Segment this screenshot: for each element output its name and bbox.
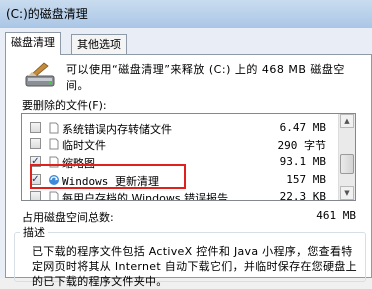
- highlight-box: [30, 164, 186, 189]
- file-icon: [49, 191, 59, 200]
- scroll-up-arrow-icon[interactable]: ▲: [340, 114, 354, 128]
- tab-more-options[interactable]: 其他选项: [71, 34, 127, 54]
- tab-disk-cleanup-label: 磁盘清理: [11, 36, 55, 49]
- item-name: 每用户存档的 Windows 错误报告...: [62, 192, 239, 201]
- title-bar: (C:)的磁盘清理: [0, 0, 372, 28]
- list-scrollbar[interactable]: ▲ ▼: [338, 114, 355, 200]
- item-size: 6.47 MB: [279, 121, 326, 134]
- total-space-value: 461 MB: [316, 209, 356, 222]
- files-to-delete-label: 要删除的文件(F):: [22, 99, 107, 112]
- total-space-label: 占用磁盘空间总数:: [22, 211, 114, 224]
- item-size: 157 MB: [286, 173, 326, 186]
- description-legend: 描述: [20, 224, 48, 240]
- checkbox[interactable]: [30, 122, 41, 133]
- item-size: 22.3 KB: [279, 190, 326, 201]
- drive-cleanup-icon: [25, 62, 55, 87]
- scroll-down-arrow-icon[interactable]: ▼: [340, 186, 354, 200]
- intro-text: 可以使用“磁盘清理”来释放 (C:) 上的 468 MB 磁盘空间。: [66, 63, 345, 92]
- description-text: 已下载的程序文件包括 ActiveX 控件和 Java 小程序，您查看特定网页时…: [32, 245, 357, 288]
- item-size: 290 字节: [277, 139, 327, 152]
- checkbox[interactable]: [30, 138, 41, 149]
- tab-more-options-label: 其他选项: [77, 38, 121, 51]
- scrollbar-thumb[interactable]: [340, 154, 354, 174]
- file-icon: [49, 138, 59, 150]
- item-name: 临时文件: [62, 139, 106, 152]
- list-item[interactable]: 临时文件 290 字节: [22, 134, 340, 154]
- tab-disk-cleanup[interactable]: 磁盘清理: [5, 32, 61, 55]
- list-item[interactable]: 每用户存档的 Windows 错误报告... 22.3 KB: [22, 187, 340, 201]
- window-title: (C:)的磁盘清理: [6, 7, 88, 21]
- checkbox[interactable]: [30, 191, 41, 200]
- item-size: 93.1 MB: [279, 155, 326, 168]
- file-icon: [49, 122, 59, 134]
